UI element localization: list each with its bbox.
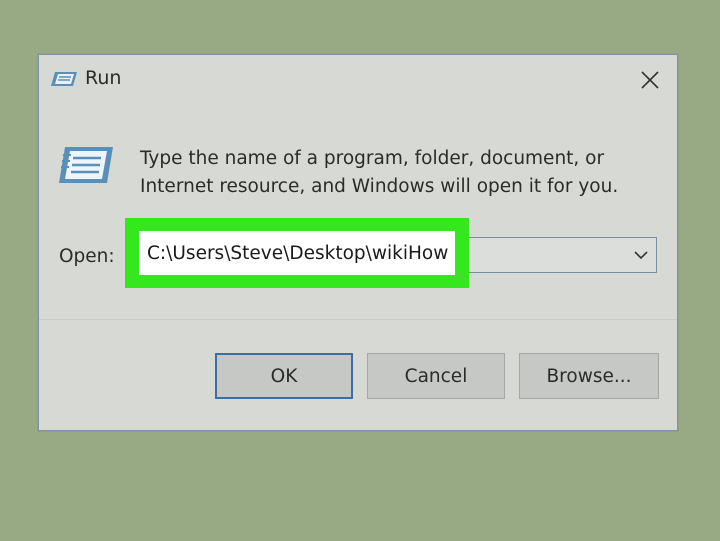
open-label: Open: xyxy=(59,246,115,267)
instructions-line-2: Internet resource, and Windows will open… xyxy=(140,176,619,197)
highlight-box xyxy=(125,218,469,288)
button-bar: OK Cancel Browse... xyxy=(39,319,677,430)
run-dialog: Run Type the name of a program, folder, … xyxy=(38,54,678,431)
open-input[interactable] xyxy=(139,231,455,275)
ok-button[interactable]: OK xyxy=(215,353,353,399)
title-bar: Run xyxy=(39,55,677,105)
run-icon xyxy=(51,70,79,88)
cancel-button[interactable]: Cancel xyxy=(367,353,505,399)
browse-button[interactable]: Browse... xyxy=(519,353,659,399)
instructions-text: Type the name of a program, folder, docu… xyxy=(140,145,640,201)
instructions-line-1: Type the name of a program, folder, docu… xyxy=(140,148,605,169)
close-icon xyxy=(641,71,659,89)
dropdown-button[interactable] xyxy=(632,246,650,264)
chevron-down-icon xyxy=(634,251,648,260)
dialog-content: Type the name of a program, folder, docu… xyxy=(39,105,677,321)
window-title: Run xyxy=(85,67,122,89)
run-program-icon xyxy=(57,145,115,185)
close-button[interactable] xyxy=(633,63,667,97)
